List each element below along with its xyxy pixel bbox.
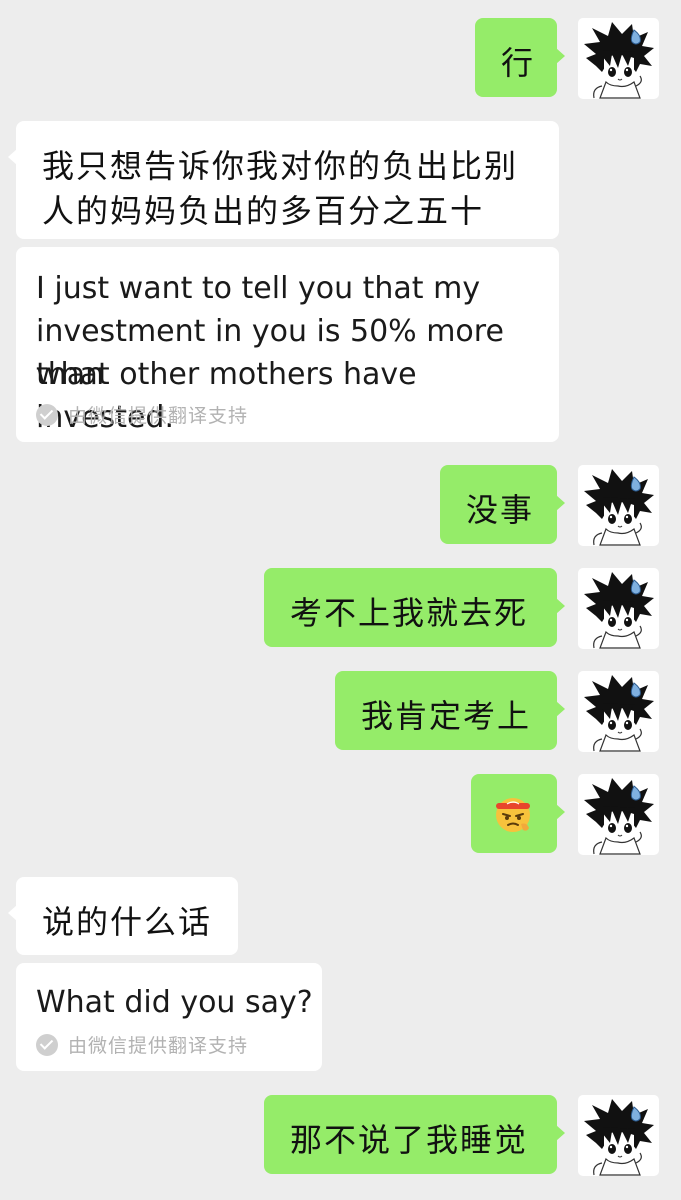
translation-provider-text: 由微信提供翻译支持 <box>68 405 249 427</box>
received-message-bubble[interactable]: 说的什么话 <box>8 877 238 955</box>
message-text: 说的什么话 <box>42 903 213 941</box>
received-message-bubble[interactable]: 我只想告诉你我对你的负出比别 人的妈妈负出的多百分之五十 <box>8 121 559 239</box>
message-text: 行 <box>501 44 536 82</box>
message-text: 那不说了我睡觉 <box>290 1121 529 1159</box>
face-with-headband-emoji <box>496 798 530 832</box>
user-avatar[interactable] <box>578 1095 659 1176</box>
user-avatar[interactable] <box>578 671 659 752</box>
avatar-icon <box>583 777 655 855</box>
translation-bubble[interactable]: I just want to tell you that my investme… <box>16 247 559 442</box>
sent-message-bubble[interactable]: 行 <box>475 18 565 97</box>
avatar-icon <box>583 571 655 649</box>
check-circle-icon <box>36 403 58 426</box>
translation-line: What did you say? <box>36 985 313 1020</box>
translation-provider: 由微信提供翻译支持 <box>36 401 248 428</box>
message-text: 考不上我就去死 <box>290 594 529 632</box>
avatar-icon <box>583 468 655 546</box>
translation-line: I just want to tell you that my <box>36 271 481 306</box>
user-avatar[interactable] <box>578 465 659 546</box>
message-text: 我肯定考上 <box>361 697 532 735</box>
sent-message-bubble[interactable]: 那不说了我睡觉 <box>264 1095 565 1174</box>
sent-message-bubble[interactable]: 考不上我就去死 <box>264 568 565 647</box>
translation-provider-text: 由微信提供翻译支持 <box>68 1035 249 1057</box>
translation-bubble[interactable]: What did you say? 由微信提供翻译支持 <box>16 963 322 1071</box>
check-circle-icon <box>36 1033 58 1056</box>
sent-emoji-bubble[interactable] <box>471 774 565 853</box>
avatar-icon <box>583 674 655 752</box>
message-text-line2: 人的妈妈负出的多百分之五十 <box>42 192 485 230</box>
translation-provider: 由微信提供翻译支持 <box>36 1031 248 1058</box>
sent-message-bubble[interactable]: 我肯定考上 <box>335 671 565 750</box>
sent-message-bubble[interactable]: 没事 <box>440 465 565 544</box>
message-text: 没事 <box>466 491 535 529</box>
user-avatar[interactable] <box>578 774 659 855</box>
avatar-icon <box>583 1098 655 1176</box>
avatar-icon <box>583 21 655 99</box>
user-avatar[interactable] <box>578 18 659 99</box>
user-avatar[interactable] <box>578 568 659 649</box>
message-text: 我只想告诉你我对你的负出比别 <box>42 147 519 185</box>
